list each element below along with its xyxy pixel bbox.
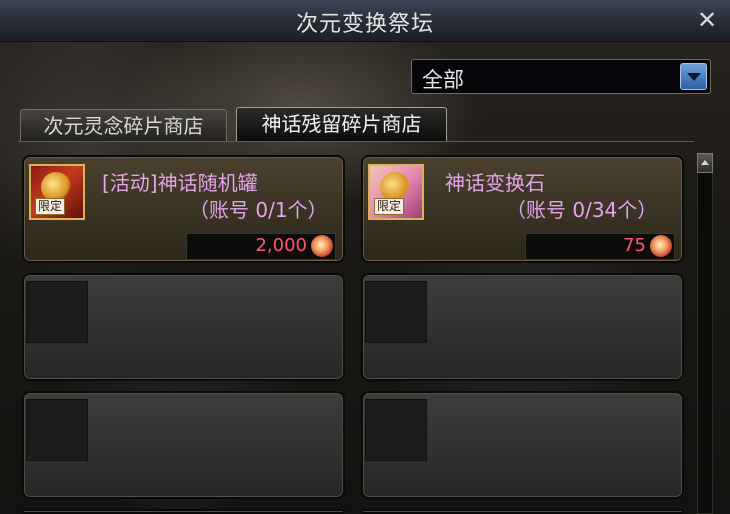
close-icon[interactable]: ✕ xyxy=(694,7,720,33)
empty-item-card xyxy=(361,509,684,514)
item-name: [活动]神话随机罐 xyxy=(102,171,258,195)
item-price: 75 xyxy=(623,235,646,256)
empty-item-card xyxy=(22,273,345,381)
empty-item-card xyxy=(22,509,345,514)
window-title: 次元变换祭坛 xyxy=(295,12,434,37)
empty-item-slot xyxy=(365,281,427,343)
empty-item-slot xyxy=(26,399,88,461)
tab-myth-shop[interactable]: 神话残留碎片商店 xyxy=(236,107,447,141)
coin-icon xyxy=(650,235,672,257)
shop-item-card[interactable]: 限定 神话变换石 （账号 0/34个） 75 xyxy=(361,155,684,263)
scrollbar-track[interactable] xyxy=(697,153,713,514)
dropdown-selected-value: 全部 xyxy=(422,68,464,92)
scroll-up-icon[interactable] xyxy=(697,153,713,173)
item-purchase-limit: （账号 0/34个） xyxy=(506,198,658,222)
item-icon-myth-random-jar: 限定 xyxy=(29,164,85,220)
price-box: 2,000 xyxy=(186,233,336,260)
coin-icon xyxy=(311,235,333,257)
limited-badge: 限定 xyxy=(35,198,66,215)
category-filter-dropdown[interactable]: 全部 xyxy=(411,59,711,94)
empty-item-card xyxy=(361,391,684,499)
tab-divider xyxy=(18,141,694,142)
empty-item-card xyxy=(361,273,684,381)
tab-dimension-shop[interactable]: 次元灵念碎片商店 xyxy=(20,109,227,141)
limited-badge: 限定 xyxy=(374,198,405,215)
chevron-down-icon[interactable] xyxy=(680,63,707,90)
item-icon-myth-conversion-stone: 限定 xyxy=(368,164,424,220)
price-box: 75 xyxy=(525,233,675,260)
shop-item-card[interactable]: 限定 [活动]神话随机罐 （账号 0/1个） 2,000 xyxy=(22,155,345,263)
window-titlebar[interactable]: 次元变换祭坛 ✕ xyxy=(0,0,730,42)
item-name: 神话变换石 xyxy=(445,171,545,195)
empty-item-card xyxy=(22,391,345,499)
empty-item-slot xyxy=(26,281,88,343)
item-price: 2,000 xyxy=(255,235,307,256)
empty-item-slot xyxy=(365,399,427,461)
item-purchase-limit: （账号 0/1个） xyxy=(189,198,328,222)
